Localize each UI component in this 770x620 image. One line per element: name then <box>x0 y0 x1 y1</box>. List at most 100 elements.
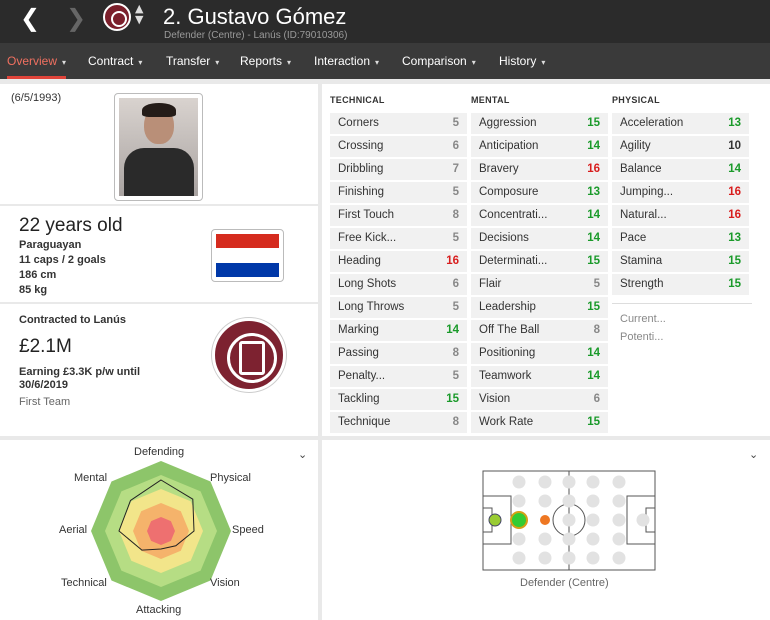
attribute-value: 16 <box>587 163 600 175</box>
attribute-row[interactable]: Penalty... 5 <box>330 366 467 387</box>
tab-transfer[interactable]: Transfer ▾ <box>166 43 219 79</box>
attribute-row[interactable]: Technique 8 <box>330 412 467 433</box>
attribute-value: 5 <box>452 301 459 313</box>
attribute-name: Penalty... <box>338 370 386 382</box>
tab-interaction[interactable]: Interaction ▾ <box>314 43 379 79</box>
tab-label: Reports <box>240 54 283 68</box>
attribute-row[interactable]: Leadership 15 <box>471 297 608 318</box>
title-bar: ❮ ❯ ▲ ▼ 2. Gustavo Gómez Defender (Centre… <box>0 0 770 43</box>
attribute-row[interactable]: Off The Ball 8 <box>471 320 608 341</box>
attribute-row[interactable]: First Touch 8 <box>330 205 467 226</box>
player-switch-icon[interactable]: ▲ ▼ <box>135 3 143 25</box>
position-dot <box>562 475 576 489</box>
attribute-value: 13 <box>728 117 741 129</box>
attribute-name: Stamina <box>620 255 663 267</box>
attribute-row[interactable]: Heading 16 <box>330 251 467 272</box>
club-badge-icon[interactable] <box>103 3 131 31</box>
attribute-row[interactable]: Positioning 14 <box>471 343 608 364</box>
attribute-row[interactable]: Vision 6 <box>471 389 608 410</box>
attribute-name: Tackling <box>338 393 380 405</box>
attribute-row[interactable]: Composure 13 <box>471 182 608 203</box>
attribute-name: Agility <box>620 140 651 152</box>
attribute-row[interactable]: Jumping... 16 <box>612 182 749 203</box>
attribute-row[interactable]: Balance 14 <box>612 159 749 180</box>
attribute-name: Leadership <box>479 301 536 313</box>
attribute-row[interactable]: Agility 10 <box>612 136 749 157</box>
radar-label-mental: Mental <box>74 472 108 484</box>
attribute-row[interactable]: Stamina 15 <box>612 251 749 272</box>
caps-goals: 11 caps / 2 goals <box>19 254 106 266</box>
tab-label: Contract <box>88 54 134 68</box>
attribute-row[interactable]: Free Kick... 5 <box>330 228 467 249</box>
attribute-name: Decisions <box>479 232 529 244</box>
attribute-row[interactable]: Marking 14 <box>330 320 467 341</box>
attribute-row[interactable]: Finishing 5 <box>330 182 467 203</box>
attribute-name: Vision <box>479 393 511 405</box>
tab-label: Comparison <box>402 54 467 68</box>
back-arrow-icon[interactable]: ❮ <box>20 6 40 30</box>
attribute-row[interactable]: Flair 5 <box>471 274 608 295</box>
attribute-row[interactable]: Strength 15 <box>612 274 749 295</box>
attribute-row[interactable]: Teamwork 14 <box>471 366 608 387</box>
tab-label: Interaction <box>314 54 371 68</box>
attribute-row[interactable]: Passing 8 <box>330 343 467 364</box>
club-logo-icon[interactable] <box>212 318 286 392</box>
radar-label-defending: Defending <box>134 446 185 458</box>
attribute-name: Positioning <box>479 347 536 359</box>
attribute-name: Marking <box>338 324 379 336</box>
transfer-value: £2.1M <box>19 336 72 357</box>
tab-history[interactable]: History ▾ <box>499 43 545 79</box>
tab-label: Transfer <box>166 54 211 68</box>
attribute-name: Anticipation <box>479 140 539 152</box>
chevron-down-icon[interactable]: ⌄ <box>749 448 758 461</box>
attribute-name: Composure <box>479 186 539 198</box>
current-ability-label: Current... <box>620 313 666 325</box>
position-dot <box>612 551 626 565</box>
attribute-row[interactable]: Work Rate 15 <box>471 412 608 433</box>
position-dot <box>562 513 576 527</box>
attribute-row[interactable]: Pace 13 <box>612 228 749 249</box>
potential-ability-label: Potenti... <box>620 331 664 343</box>
tab-reports[interactable]: Reports ▾ <box>240 43 291 79</box>
tab-bar: Overview ▾ Contract ▾ Transfer ▾ Reports ▾ I… <box>0 43 770 79</box>
tab-label: History <box>499 54 537 68</box>
attribute-value: 14 <box>446 324 459 336</box>
position-dot <box>538 475 552 489</box>
attribute-row[interactable]: Concentrati... 14 <box>471 205 608 226</box>
attribute-row[interactable]: Determinati... 15 <box>471 251 608 272</box>
attribute-value: 14 <box>587 140 600 152</box>
tab-overview[interactable]: Overview ▾ <box>7 43 67 79</box>
attribute-row[interactable]: Corners 5 <box>330 113 467 134</box>
attribute-name: Passing <box>338 347 379 359</box>
attribute-row[interactable]: Dribbling 7 <box>330 159 467 180</box>
forward-arrow-icon[interactable]: ❯ <box>66 6 86 30</box>
attribute-row[interactable]: Aggression 15 <box>471 113 608 134</box>
tab-contract[interactable]: Contract ▾ <box>88 43 142 79</box>
attribute-name: Acceleration <box>620 117 684 129</box>
chevron-down-icon[interactable]: ⌄ <box>298 448 307 461</box>
attribute-value: 5 <box>452 232 459 244</box>
attribute-value: 6 <box>452 278 459 290</box>
position-dot <box>562 532 576 546</box>
attribute-name: Long Shots <box>338 278 397 290</box>
attribute-row[interactable]: Long Throws 5 <box>330 297 467 318</box>
position-dot <box>612 513 626 527</box>
attribute-row[interactable]: Decisions 14 <box>471 228 608 249</box>
tab-label: Overview <box>7 54 58 68</box>
attribute-name: Free Kick... <box>338 232 397 244</box>
height: 186 cm <box>19 269 57 281</box>
contract-club: Contracted to Lanús <box>19 314 126 326</box>
attribute-row[interactable]: Bravery 16 <box>471 159 608 180</box>
attribute-name: Aggression <box>479 117 537 129</box>
attribute-name: Concentrati... <box>479 209 548 221</box>
attribute-row[interactable]: Acceleration 13 <box>612 113 749 134</box>
attribute-row[interactable]: Natural... 16 <box>612 205 749 226</box>
paraguay-flag-icon[interactable] <box>211 229 284 282</box>
tab-comparison[interactable]: Comparison ▾ <box>402 43 476 79</box>
attribute-row[interactable]: Anticipation 14 <box>471 136 608 157</box>
attribute-row[interactable]: Long Shots 6 <box>330 274 467 295</box>
position-dot <box>612 532 626 546</box>
attribute-row[interactable]: Tackling 15 <box>330 389 467 410</box>
attribute-row[interactable]: Crossing 6 <box>330 136 467 157</box>
attribute-value: 15 <box>446 393 459 405</box>
